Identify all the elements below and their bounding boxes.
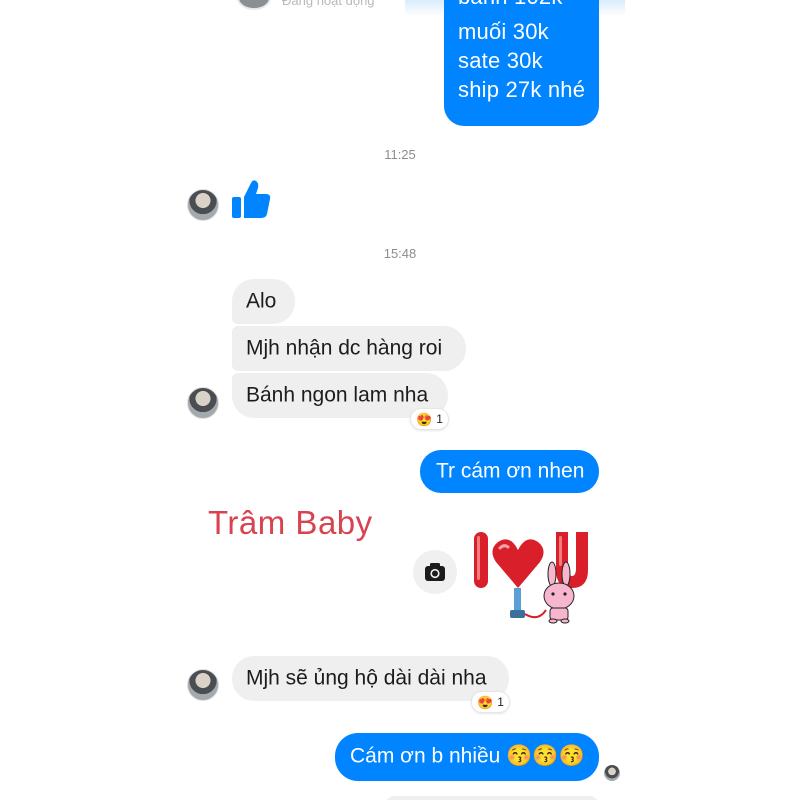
- thumbs-up-icon[interactable]: [230, 178, 272, 220]
- message-text: Alo: [246, 289, 277, 313]
- message-text: Bánh ngon lam nha: [246, 383, 429, 407]
- read-receipt-avatar: [604, 765, 620, 781]
- left-margin: [0, 0, 175, 800]
- message-text: Cám ơn b nhiều 😚😚😚: [350, 744, 585, 768]
- chat-thread[interactable]: Đang hoạt động bánh 102k muối 30k sate 3…: [175, 0, 625, 800]
- contact-avatar[interactable]: [187, 387, 219, 419]
- message-text: Mjh sẽ ủng hộ dài dài nha: [246, 666, 487, 690]
- contact-avatar[interactable]: [187, 189, 219, 221]
- heart-eyes-emoji: 😍: [477, 694, 494, 710]
- incoming-message[interactable]: Mjh sẽ ủng hộ dài dài nha: [232, 656, 509, 701]
- camera-icon[interactable]: [413, 550, 457, 594]
- outgoing-message[interactable]: Cám ơn b nhiều 😚😚😚: [335, 733, 599, 781]
- contact-avatar[interactable]: [187, 669, 219, 701]
- reaction-count: 1: [497, 695, 504, 709]
- price-line: muối 30k: [458, 19, 549, 44]
- heart-eyes-emoji: 😍: [416, 411, 433, 427]
- incoming-message[interactable]: Mjh nhận dc hàng roi: [232, 326, 466, 371]
- contact-avatar-header[interactable]: [237, 0, 271, 10]
- price-line: ship 27k nhé: [458, 77, 586, 102]
- message-text: Mjh nhận dc hàng roi: [246, 336, 443, 360]
- right-margin: [625, 0, 800, 800]
- outgoing-message-prices[interactable]: bánh 102k muối 30k sate 30k ship 27k nhé: [444, 0, 599, 126]
- incoming-message[interactable]: Alo: [232, 279, 295, 324]
- message-bubble-partial: [385, 796, 599, 800]
- outgoing-message[interactable]: Tr cám ơn nhen: [420, 450, 599, 493]
- timestamp: 11:25: [384, 147, 416, 162]
- watermark-text: Trâm Baby: [208, 504, 373, 541]
- message-text: Tr cám ơn nhen: [436, 459, 585, 483]
- active-status: Đang hoạt động: [282, 0, 375, 8]
- reaction-badge[interactable]: 😍 1: [411, 409, 448, 429]
- i-love-u-balloon-sticker[interactable]: [470, 522, 596, 627]
- price-line: bánh 102k: [458, 0, 563, 10]
- price-line: sate 30k: [458, 48, 543, 73]
- reaction-badge[interactable]: 😍 1: [472, 692, 509, 712]
- timestamp: 15:48: [383, 246, 417, 261]
- reaction-count: 1: [436, 412, 443, 426]
